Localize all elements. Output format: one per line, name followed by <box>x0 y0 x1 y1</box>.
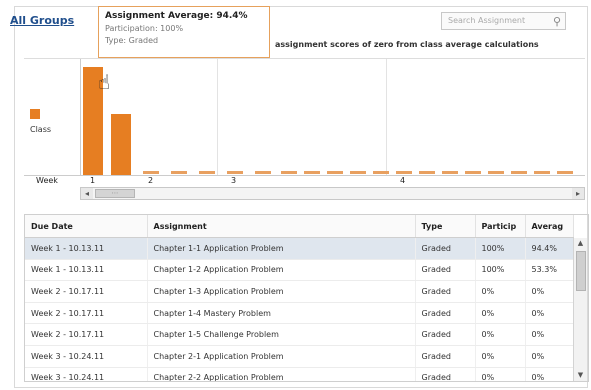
col-header-type[interactable]: Type <box>415 215 476 238</box>
col-header-assignment[interactable]: Assignment <box>147 215 416 238</box>
scroll-down-icon[interactable]: ▼ <box>574 370 587 381</box>
chart-bar-zero <box>419 171 435 174</box>
cell-assignment: Chapter 2-2 Application Problem <box>147 367 416 381</box>
cell-type: Graded <box>415 280 476 303</box>
tooltip-type: Type: Graded <box>105 36 159 45</box>
chart-bar-zero <box>373 171 389 174</box>
cell-average: 0% <box>525 367 574 381</box>
chart-bar-zero <box>281 171 297 174</box>
col-header-due-date[interactable]: Due Date <box>25 215 148 238</box>
table-row[interactable]: Week 2 - 10.17.11 Chapter 1-5 Challenge P… <box>25 323 574 346</box>
cell-type: Graded <box>415 345 476 368</box>
search-input[interactable]: Search Assignment ⚲ <box>441 12 566 30</box>
cell-average: 0% <box>525 302 574 325</box>
cell-due-date: Week 2 - 10.17.11 <box>25 302 148 325</box>
chart-plot-area[interactable] <box>80 59 586 175</box>
cell-participation: 0% <box>475 280 526 303</box>
cell-average: 0% <box>525 323 574 346</box>
chart-bar-zero <box>511 171 527 174</box>
table-row[interactable]: Week 2 - 10.17.11 Chapter 1-4 Mastery Pro… <box>25 302 574 325</box>
cell-type: Graded <box>415 259 476 282</box>
x-tick-3: 3 <box>231 176 237 185</box>
chart-bar-zero[interactable] <box>227 171 243 174</box>
cell-type: Graded <box>415 237 476 260</box>
chart-legend: Class <box>30 109 51 134</box>
cell-average: 94.4% <box>525 237 574 260</box>
legend-label-class: Class <box>30 125 52 134</box>
cell-assignment: Chapter 1-3 Application Problem <box>147 280 416 303</box>
week-axis: Week 1 2 3 4 <box>24 175 585 187</box>
table-header-row: Due Date Assignment Type Particip Averag <box>25 215 574 238</box>
chart-bar-zero <box>396 171 412 174</box>
cell-type: Graded <box>415 302 476 325</box>
cell-participation: 0% <box>475 302 526 325</box>
chart-bar-zero <box>488 171 504 174</box>
cell-participation: 100% <box>475 259 526 282</box>
chart-bar-zero <box>557 171 573 174</box>
cell-assignment: Chapter 2-1 Application Problem <box>147 345 416 368</box>
cell-assignment: Chapter 1-5 Challenge Problem <box>147 323 416 346</box>
cell-participation: 0% <box>475 345 526 368</box>
search-icon[interactable]: ⚲ <box>553 15 561 28</box>
cell-due-date: Week 1 - 10.13.11 <box>25 237 148 260</box>
table-row[interactable]: Week 2 - 10.17.11 Chapter 1-3 Application… <box>25 280 574 303</box>
cell-assignment: Chapter 1-1 Application Problem <box>147 237 416 260</box>
all-groups-link[interactable]: All Groups <box>10 14 74 27</box>
x-tick-4: 4 <box>400 176 406 185</box>
search-placeholder: Search Assignment <box>448 16 526 25</box>
chart-bar-zero[interactable] <box>255 171 271 174</box>
cell-participation: 0% <box>475 367 526 381</box>
col-header-average[interactable]: Averag <box>525 215 574 238</box>
x-tick-1: 1 <box>90 176 96 185</box>
col-header-participation[interactable]: Particip <box>475 215 526 238</box>
table-row[interactable]: Week 1 - 10.13.11 Chapter 1-2 Application… <box>25 259 574 282</box>
table-vertical-scrollbar[interactable]: ▲ ▼ <box>573 238 587 381</box>
tooltip-title: Assignment Average: 94.4% <box>105 11 248 21</box>
chart-bar-zero <box>465 171 481 174</box>
cell-average: 53.3% <box>525 259 574 282</box>
chart-bar-zero <box>534 171 550 174</box>
cell-participation: 0% <box>475 323 526 346</box>
cell-due-date: Week 3 - 10.24.11 <box>25 367 148 381</box>
cell-type: Graded <box>415 367 476 381</box>
chart-tooltip: Assignment Average: 94.4% Participation:… <box>98 6 270 58</box>
chart-bar-zero <box>350 171 366 174</box>
scroll-thumb[interactable]: ⋯ <box>95 189 135 198</box>
chart-bar-zero <box>304 171 320 174</box>
chart-bar-zero[interactable] <box>143 171 159 174</box>
cell-average: 0% <box>525 345 574 368</box>
notice-text: assignment scores of zero from class ave… <box>275 40 539 49</box>
x-axis-label: Week <box>36 176 58 185</box>
chart-horizontal-scrollbar[interactable]: ◂ ⋯ ▸ <box>80 187 585 200</box>
scroll-up-icon[interactable]: ▲ <box>574 238 587 249</box>
scroll-right-icon[interactable]: ▸ <box>572 188 584 199</box>
x-tick-2: 2 <box>148 176 154 185</box>
chart-gridline <box>217 59 218 175</box>
cell-due-date: Week 3 - 10.24.11 <box>25 345 148 368</box>
group-selector[interactable]: All Groups <box>10 14 74 27</box>
table-scroll-thumb[interactable] <box>576 251 586 291</box>
legend-swatch-class <box>30 109 40 119</box>
cell-assignment: Chapter 1-2 Application Problem <box>147 259 416 282</box>
cell-type: Graded <box>415 323 476 346</box>
hand-pointer-icon: ☝ <box>98 70 111 94</box>
tooltip-participation: Participation: 100% <box>105 24 184 33</box>
chart-bar-zero <box>327 171 343 174</box>
chart-bar-zero[interactable] <box>199 171 215 174</box>
cell-average: 0% <box>525 280 574 303</box>
cell-assignment: Chapter 1-4 Mastery Problem <box>147 302 416 325</box>
table-row[interactable]: Week 3 - 10.24.11 Chapter 2-1 Application… <box>25 345 574 368</box>
chart-bar[interactable] <box>111 114 131 175</box>
table-row[interactable]: Week 3 - 10.24.11 Chapter 2-2 Application… <box>25 367 574 381</box>
cell-due-date: Week 2 - 10.17.11 <box>25 280 148 303</box>
assignments-table: Due Date Assignment Type Particip Averag… <box>24 214 589 382</box>
chart-bar-zero[interactable] <box>171 171 187 174</box>
chart-gridline <box>386 59 387 175</box>
scroll-left-icon[interactable]: ◂ <box>81 188 93 199</box>
cell-participation: 100% <box>475 237 526 260</box>
cell-due-date: Week 1 - 10.13.11 <box>25 259 148 282</box>
cell-due-date: Week 2 - 10.17.11 <box>25 323 148 346</box>
chart-bar-zero <box>442 171 458 174</box>
table-row[interactable]: Week 1 - 10.13.11 Chapter 1-1 Application… <box>25 237 574 260</box>
